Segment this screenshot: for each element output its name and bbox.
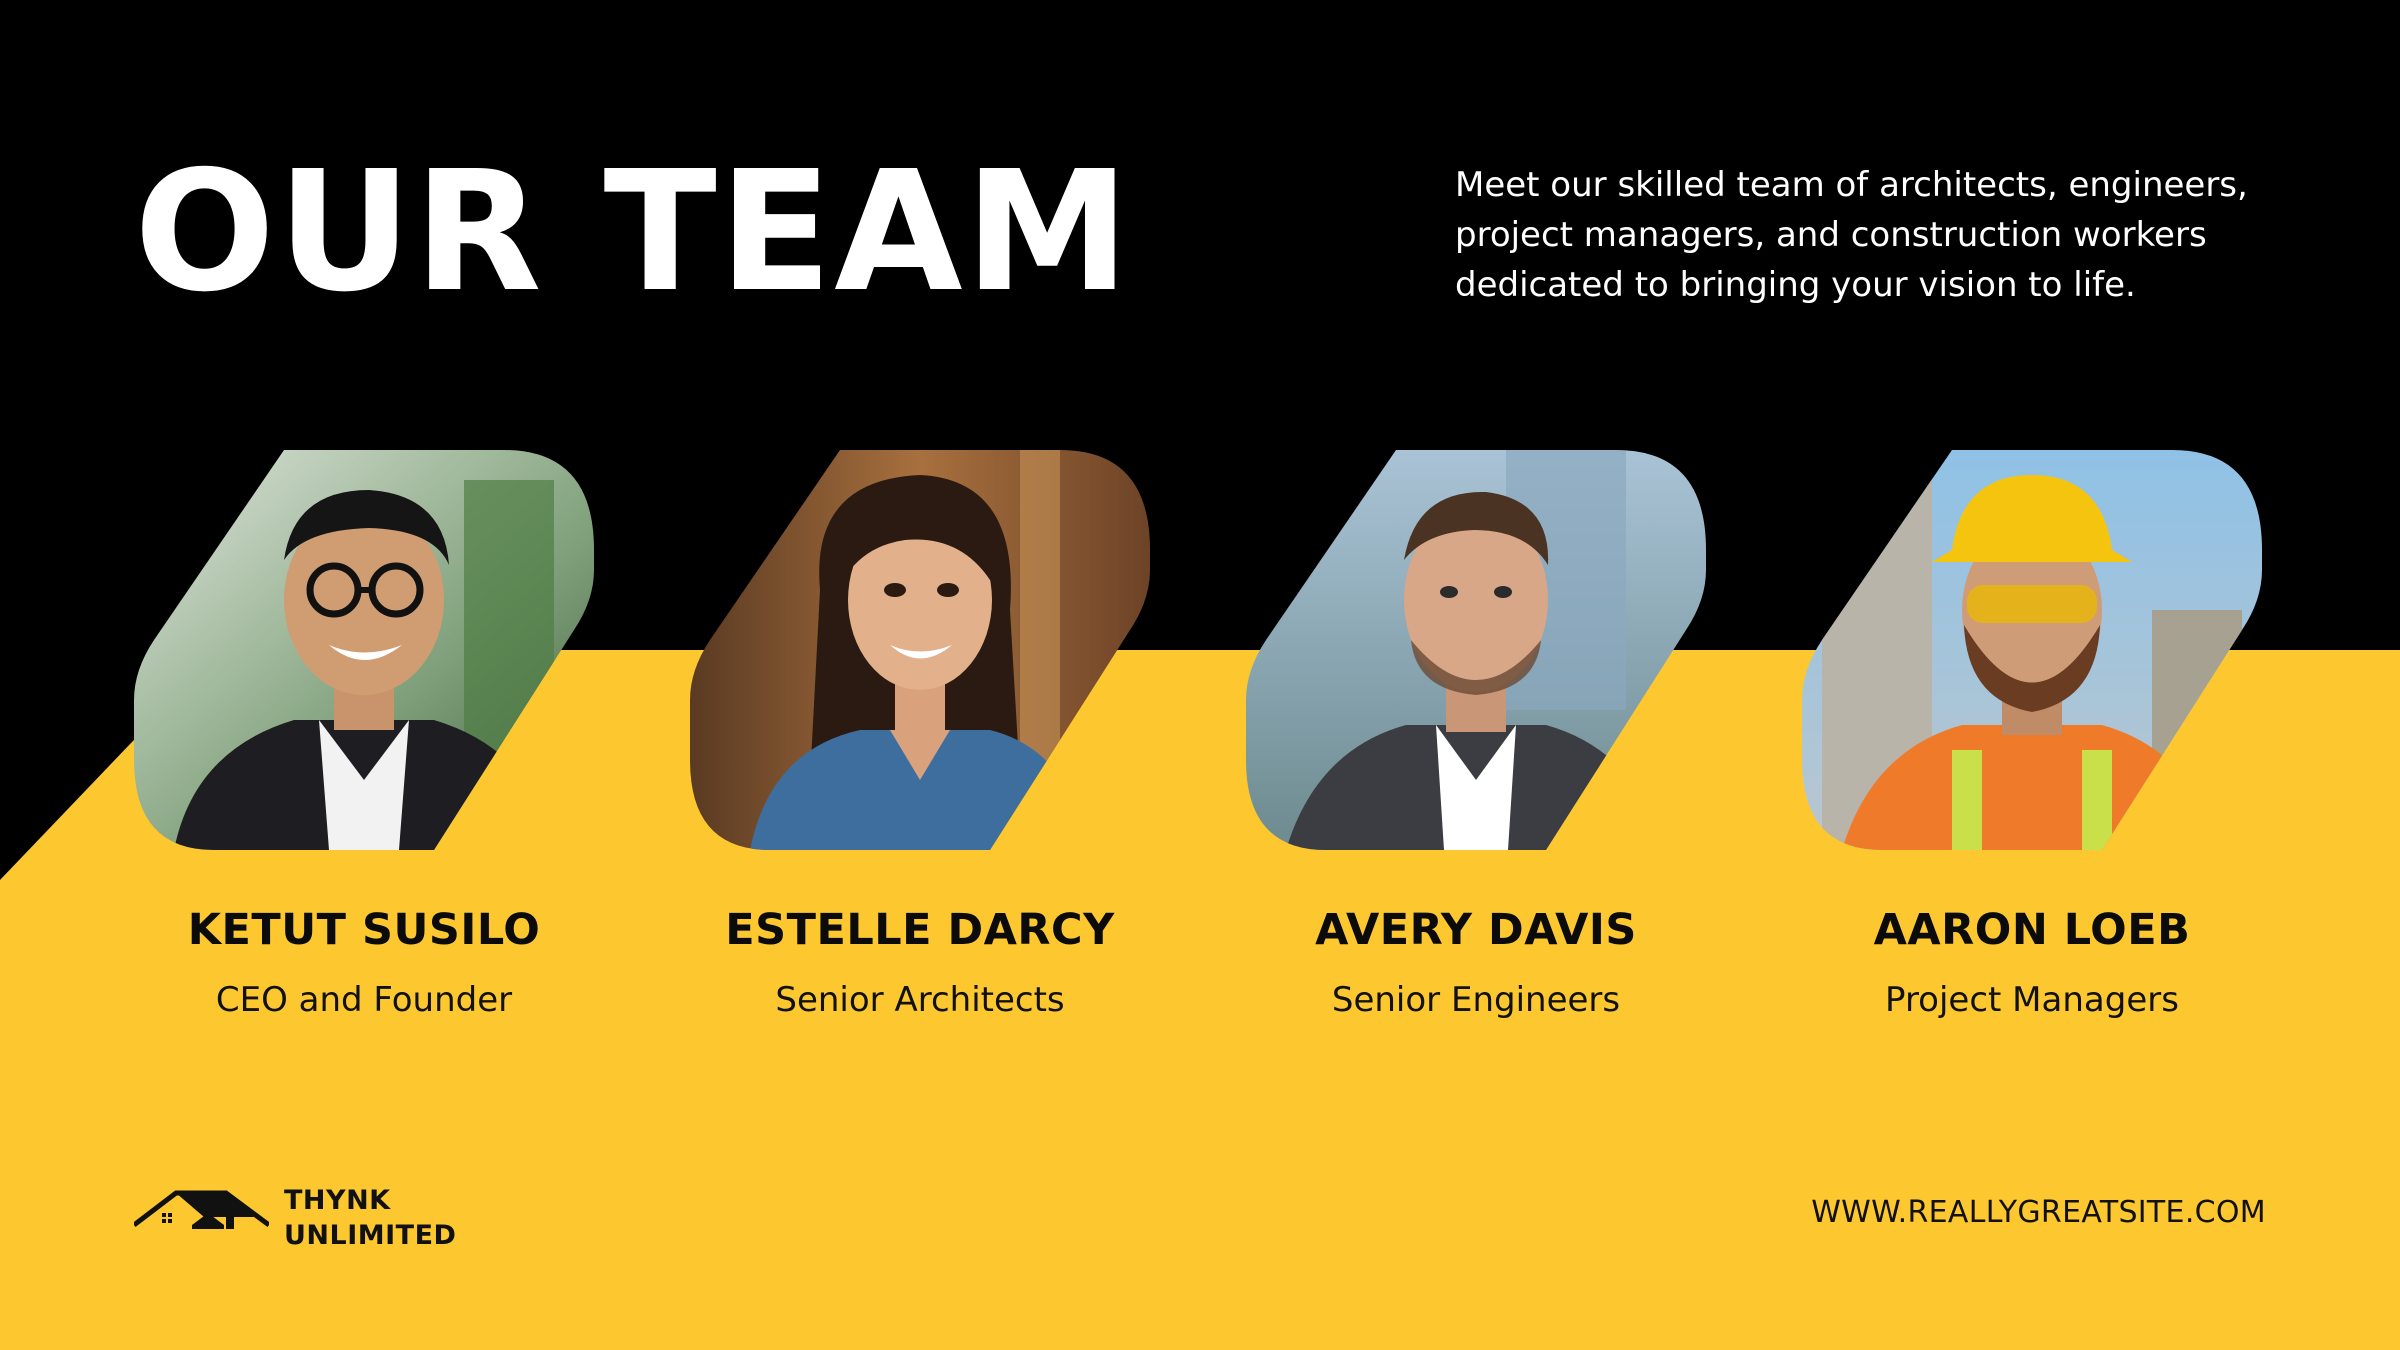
member-role: Senior Architects [775,980,1065,1020]
brand-name: THYNK UNLIMITED [284,1183,524,1253]
team-card-aaron-loeb: AARON LOEB Project Managers [1802,450,2262,1020]
house-roof-icon [134,1190,269,1229]
team-card-estelle-darcy: ESTELLE DARCY Senior Architects [690,450,1150,1020]
portrait-estelle-darcy [690,450,1150,850]
page-title: OUR TEAM [134,136,1132,329]
portrait-aaron-loeb [1802,450,2262,850]
member-name: AARON LOEB [1873,905,2191,955]
member-role: Senior Engineers [1331,980,1621,1020]
portrait-avery-davis [1246,450,1706,850]
member-name: KETUT SUSILO [187,905,541,955]
brand-line-1: THYNK [284,1185,391,1216]
website-link[interactable]: WWW.REALLYGREATSITE.COM [1811,1195,2266,1230]
team-card-ketut-susilo: KETUT SUSILO CEO and Founder [134,450,594,1020]
intro-text: Meet our skilled team of architects, eng… [1455,165,2248,305]
member-role: Project Managers [1885,980,2179,1020]
brand-line-2: UNLIMITED [284,1220,457,1251]
member-name: ESTELLE DARCY [725,905,1115,955]
portrait-ketut-susilo [134,450,594,850]
team-card-avery-davis: AVERY DAVIS Senior Engineers [1246,450,1706,1020]
member-role: CEO and Founder [215,980,513,1020]
member-name: AVERY DAVIS [1315,905,1637,955]
